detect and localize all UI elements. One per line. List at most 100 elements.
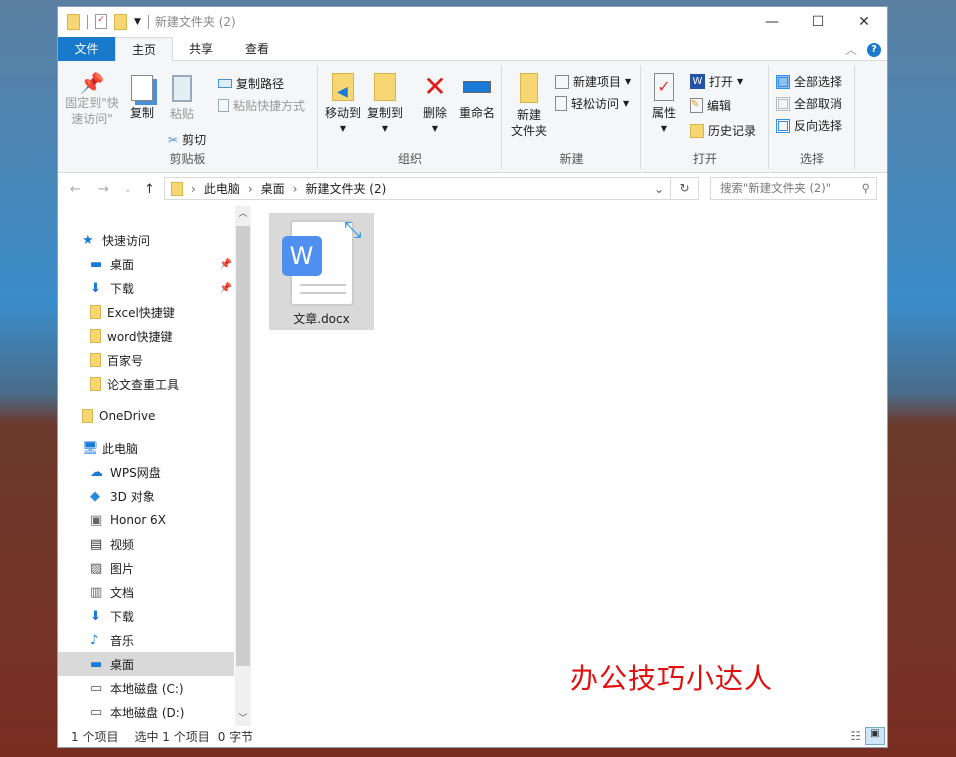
search-input[interactable]: 搜索"新建文件夹 (2)"⚲ — [710, 177, 877, 200]
music-icon: ♪ — [90, 633, 104, 648]
new-folder-button[interactable]: 新建文件夹 — [507, 73, 551, 139]
customize-dropdown-icon[interactable]: ▼ — [134, 17, 141, 27]
copy-to-button[interactable]: 复制到▼ — [365, 73, 405, 137]
search-placeholder: 搜索"新建文件夹 (2)" — [720, 181, 831, 195]
breadcrumb-current[interactable]: 新建文件夹 (2) — [305, 180, 386, 197]
sidebar-item-folder[interactable]: 百家号 — [58, 348, 234, 372]
label: 复制路径 — [236, 75, 284, 92]
folder-icon — [171, 182, 183, 196]
folder-icon — [90, 353, 101, 367]
sidebar-item-folder[interactable]: 论文查重工具 — [58, 372, 234, 396]
easy-access-icon — [555, 96, 567, 111]
cut-button[interactable]: ✂剪切 — [168, 131, 206, 148]
move-to-button[interactable]: ◀移动到▼ — [323, 73, 363, 137]
sidebar-item-drive[interactable]: ▭本地磁盘 (C:) — [58, 676, 234, 700]
tab-home[interactable]: 主页 — [115, 37, 173, 62]
file-name: 文章.docx — [269, 310, 374, 327]
edit-button[interactable]: ✎编辑 — [690, 97, 731, 114]
paste-button[interactable]: 粘贴 — [166, 75, 198, 122]
address-box[interactable]: ›此电脑 ›桌面 ›新建文件夹 (2) ⌄ — [164, 177, 671, 200]
copy-path-button[interactable]: 复制路径 — [218, 75, 284, 92]
invert-selection-button[interactable]: 反向选择 — [776, 117, 842, 134]
address-dropdown-icon[interactable]: ⌄ — [654, 182, 664, 196]
sidebar-item-folder[interactable]: Excel快捷键 — [58, 300, 234, 324]
back-button[interactable]: ← — [70, 182, 81, 197]
sidebar-item-label: 音乐 — [110, 632, 134, 649]
pin-icon[interactable]: 📌 — [220, 259, 232, 270]
properties-quick-icon[interactable] — [67, 14, 80, 30]
paste-shortcut-button[interactable]: 粘贴快捷方式 — [218, 97, 305, 114]
open-button[interactable]: W打开▼ — [690, 73, 743, 90]
select-all-button[interactable]: 全部选择 — [776, 73, 842, 90]
sidebar-item-label: OneDrive — [99, 409, 155, 423]
breadcrumb-desktop[interactable]: 桌面 — [261, 180, 285, 197]
address-bar-row: ← → ⌄ ↑ ›此电脑 ›桌面 ›新建文件夹 (2) ⌄ ↻ 搜索"新建文件夹… — [58, 175, 887, 203]
invert-selection-icon — [776, 119, 790, 133]
sidebar-item-folder[interactable]: OneDrive — [58, 404, 234, 428]
rename-button[interactable]: 重命名 — [457, 73, 497, 121]
sidebar-item-desktop[interactable]: ▬桌面📌 — [58, 252, 234, 276]
properties-button[interactable]: ✓属性▼ — [648, 73, 680, 137]
new-item-icon — [555, 75, 569, 89]
scrollbar-thumb[interactable] — [236, 226, 250, 666]
sidebar-item-label: 本地磁盘 (C:) — [110, 680, 184, 697]
details-view-button[interactable]: ☷ — [850, 729, 861, 743]
nav-scrollbar[interactable]: ︿﹀ — [235, 206, 251, 726]
pin-quick-access-button[interactable]: 📌 固定到"快速访问" — [64, 75, 120, 127]
sidebar-item-download[interactable]: ⬇下载 — [58, 604, 234, 628]
sidebar-item-cube[interactable]: ◆3D 对象 — [58, 484, 234, 508]
collapse-ribbon-icon[interactable]: ︿ — [845, 41, 857, 58]
maximize-button[interactable]: ☐ — [795, 7, 841, 36]
label: 重命名 — [457, 105, 497, 121]
tab-share[interactable]: 共享 — [173, 37, 229, 61]
easy-access-button[interactable]: 轻松访问▼ — [555, 95, 629, 112]
move-to-icon: ◀ — [332, 73, 354, 101]
recent-dropdown-icon[interactable]: ⌄ — [124, 185, 132, 195]
sidebar-item-drive[interactable]: ▭本地磁盘 (D:) — [58, 700, 234, 724]
sidebar-item-picture[interactable]: ▨图片 — [58, 556, 234, 580]
download-icon: ⬇ — [90, 609, 104, 624]
breadcrumb-this-pc[interactable]: 此电脑 — [204, 180, 240, 197]
item-count: 1 个项目 — [71, 728, 118, 745]
sidebar-item-video[interactable]: ▤视频 — [58, 532, 234, 556]
new-item-button[interactable]: 新建项目▼ — [555, 73, 631, 90]
history-button[interactable]: 历史记录 — [690, 122, 756, 139]
pin-icon[interactable]: 📌 — [220, 283, 232, 294]
copy-button[interactable]: 复制 — [126, 75, 158, 121]
sidebar-item-download[interactable]: ⬇下载📌 — [58, 276, 234, 300]
sidebar-item-label: 下载 — [110, 280, 134, 297]
wps-icon: W — [690, 74, 705, 89]
refresh-button[interactable]: ↻ — [671, 177, 699, 200]
close-button[interactable]: ✕ — [841, 7, 887, 36]
paste-shortcut-icon — [218, 99, 229, 112]
sidebar-item-document[interactable]: ▥文档 — [58, 580, 234, 604]
sidebar-item-label: 百家号 — [107, 352, 143, 369]
sidebar-item-music[interactable]: ♪ 音乐 — [58, 628, 234, 652]
sidebar-item-folder[interactable]: word快捷键 — [58, 324, 234, 348]
rename-icon — [463, 81, 491, 93]
pc-icon: 🖥 — [82, 441, 96, 456]
tab-file[interactable]: 文件 — [58, 37, 115, 61]
file-item[interactable]: W ⤡ 文章.docx — [269, 213, 374, 330]
up-button[interactable]: ↑ — [144, 182, 155, 197]
large-icons-view-button[interactable]: ▣ — [865, 727, 885, 745]
sidebar-item-cloud[interactable]: ☁WPS网盘 — [58, 460, 234, 484]
select-group: 全部选择 全部取消 反向选择 选择 — [770, 65, 855, 169]
shortcut-arrow-icon: ⤡ — [344, 218, 362, 243]
sidebar-item-desktop[interactable]: ▬桌面 — [58, 652, 234, 676]
video-icon: ▤ — [90, 537, 104, 552]
new-folder-quick-icon[interactable] — [114, 14, 127, 30]
navigation-pane: ︿﹀ ★快速访问▬桌面📌⬇下载📌Excel快捷键word快捷键百家号论文查重工具… — [58, 206, 251, 726]
sidebar-item-star[interactable]: ★快速访问 — [58, 228, 234, 252]
sidebar-item-phone[interactable]: ▣Honor 6X — [58, 508, 234, 532]
sidebar-item-pc[interactable]: 🖥此电脑 — [58, 436, 234, 460]
checklist-quick-icon[interactable]: ✓ — [95, 14, 107, 29]
help-icon[interactable]: ? — [867, 43, 881, 57]
tab-view[interactable]: 查看 — [229, 37, 285, 61]
copy-to-icon — [374, 73, 396, 101]
folder-icon — [90, 377, 101, 391]
minimize-button[interactable]: — — [749, 7, 795, 36]
select-none-button[interactable]: 全部取消 — [776, 95, 842, 112]
forward-button[interactable]: → — [98, 182, 109, 197]
delete-button[interactable]: ✕删除▼ — [419, 73, 451, 137]
